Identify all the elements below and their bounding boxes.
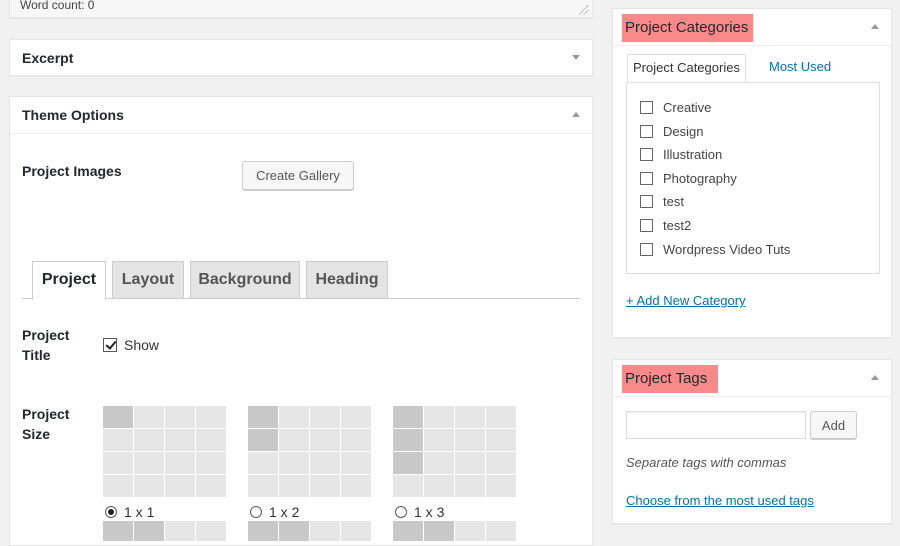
- tags-title: Project Tags: [625, 370, 708, 387]
- category-label: Creative: [663, 100, 712, 115]
- size-radio-1x2[interactable]: [250, 506, 262, 518]
- categories-header[interactable]: Project Categories: [613, 9, 891, 46]
- project-tags-metabox: Project Tags Add Separate tags with comm…: [612, 359, 892, 524]
- tab-background[interactable]: Background: [190, 261, 300, 299]
- category-label: Wordpress Video Tuts: [663, 242, 791, 257]
- category-checkbox[interactable]: [640, 195, 653, 208]
- size-label-1x1: 1 x 1: [124, 504, 155, 520]
- size-radio-1x3[interactable]: [395, 506, 407, 518]
- tags-hint: Separate tags with commas: [626, 455, 787, 470]
- word-count: Word count: 0: [20, 0, 95, 12]
- chevron-up-icon[interactable]: [871, 24, 879, 29]
- tab-all-categories[interactable]: Project Categories: [627, 54, 746, 82]
- category-checkbox[interactable]: [640, 219, 653, 232]
- excerpt-title[interactable]: Excerpt: [22, 50, 73, 66]
- word-count-bar: Word count: 0: [9, 0, 593, 18]
- theme-options-tabs: Project Layout Background Heading: [22, 261, 580, 300]
- chevron-up-icon[interactable]: [572, 112, 580, 117]
- excerpt-metabox: Excerpt: [9, 39, 593, 76]
- resize-handle-icon[interactable]: [579, 5, 589, 15]
- size-preview-1x3[interactable]: [393, 406, 517, 498]
- show-title-checkbox[interactable]: [103, 338, 117, 352]
- category-label: Photography: [663, 171, 737, 186]
- theme-options-metabox: Theme Options Project Images Create Gall…: [9, 96, 593, 546]
- category-label: test: [663, 194, 684, 209]
- theme-options-title: Theme Options: [22, 107, 124, 123]
- chevron-down-icon[interactable]: [572, 55, 580, 60]
- chevron-up-icon[interactable]: [871, 375, 879, 380]
- size-radio-1x1[interactable]: [105, 506, 117, 518]
- size-preview-1x2[interactable]: [248, 406, 372, 498]
- category-checkbox[interactable]: [640, 101, 653, 114]
- tab-project[interactable]: Project: [32, 261, 106, 300]
- tab-layout[interactable]: Layout: [112, 261, 184, 299]
- project-images-label: Project Images: [22, 163, 122, 179]
- project-title-label: Project: [22, 327, 70, 343]
- project-title-label-2: Title: [22, 347, 51, 363]
- size-label-1x3: 1 x 3: [414, 504, 445, 520]
- project-size-label: Project: [22, 406, 70, 422]
- category-checkbox[interactable]: [640, 125, 653, 138]
- category-label: Illustration: [663, 147, 723, 162]
- category-checkbox[interactable]: [640, 243, 653, 256]
- category-checklist: Creative Design Illustration Photography…: [626, 82, 880, 274]
- categories-title: Project Categories: [625, 19, 749, 36]
- tab-heading[interactable]: Heading: [306, 261, 388, 299]
- new-tag-input[interactable]: [626, 411, 806, 439]
- category-label: test2: [663, 218, 692, 233]
- add-tag-button[interactable]: Add: [810, 411, 857, 439]
- add-new-category-link[interactable]: + Add New Category: [626, 293, 746, 308]
- size-label-1x2: 1 x 2: [269, 504, 300, 520]
- show-title-label: Show: [124, 337, 160, 353]
- choose-most-used-tags-link[interactable]: Choose from the most used tags: [626, 493, 814, 508]
- tags-header[interactable]: Project Tags: [613, 360, 891, 397]
- project-categories-metabox: Project Categories Project Categories Mo…: [612, 8, 892, 338]
- theme-options-header[interactable]: Theme Options: [10, 97, 592, 134]
- size-preview-2x3[interactable]: [393, 521, 517, 541]
- category-label: Design: [663, 124, 704, 139]
- project-size-label-2: Size: [22, 426, 51, 442]
- tab-most-used[interactable]: Most Used: [764, 54, 836, 82]
- size-preview-2x1[interactable]: [103, 521, 227, 541]
- size-preview-1x1[interactable]: [103, 406, 227, 498]
- create-gallery-button[interactable]: Create Gallery: [242, 161, 354, 190]
- category-checkbox[interactable]: [640, 148, 653, 161]
- category-checkbox[interactable]: [640, 172, 653, 185]
- size-preview-2x2[interactable]: [248, 521, 372, 541]
